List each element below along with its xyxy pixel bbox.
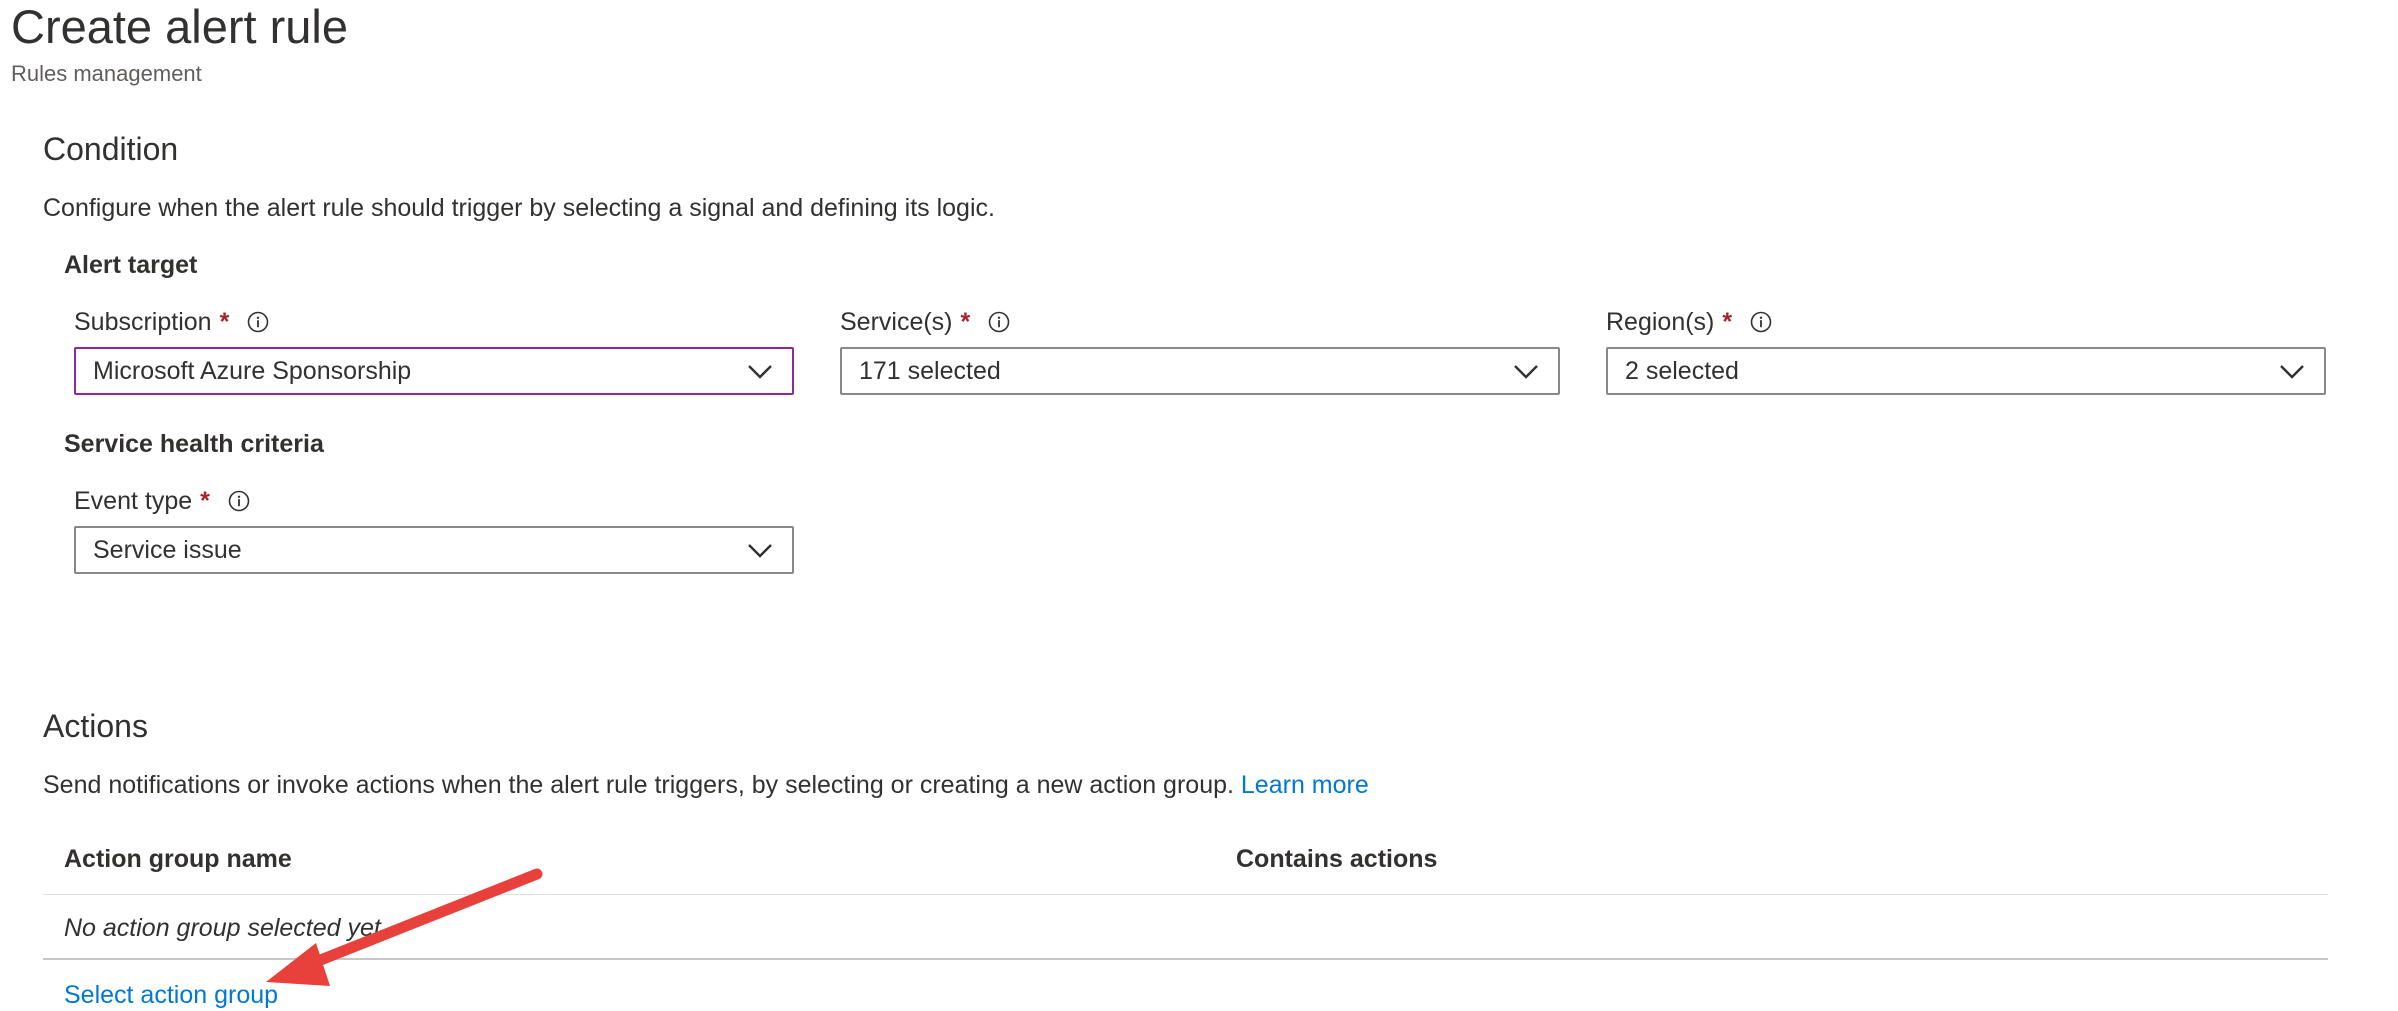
info-icon[interactable] — [988, 311, 1010, 333]
regions-dropdown[interactable]: 2 selected — [1606, 347, 2326, 395]
info-icon[interactable] — [228, 490, 250, 512]
services-label-text: Service(s) — [840, 308, 953, 336]
chevron-down-icon — [1512, 357, 1540, 385]
chevron-down-icon — [746, 536, 774, 564]
subscription-value: Microsoft Azure Sponsorship — [93, 356, 412, 385]
required-asterisk: * — [219, 308, 230, 336]
subscription-label: Subscription * — [74, 306, 269, 338]
event-type-value: Service issue — [93, 535, 242, 564]
column-contains-actions: Contains actions — [1236, 845, 1438, 873]
condition-description: Configure when the alert rule should tri… — [43, 194, 995, 222]
services-label: Service(s) * — [840, 306, 1010, 338]
table-header-divider — [43, 894, 2328, 895]
event-type-label: Event type * — [74, 485, 250, 517]
info-icon[interactable] — [247, 311, 269, 333]
condition-section-title: Condition — [43, 131, 179, 167]
required-asterisk: * — [200, 487, 210, 515]
subscription-dropdown[interactable]: Microsoft Azure Sponsorship — [74, 347, 794, 395]
actions-description-text: Send notifications or invoke actions whe… — [43, 771, 1234, 799]
services-dropdown[interactable]: 171 selected — [840, 347, 1560, 395]
required-asterisk: * — [1722, 308, 1733, 336]
table-footer-divider — [43, 958, 2328, 960]
annotation-arrow-icon — [266, 868, 543, 986]
event-type-dropdown[interactable]: Service issue — [74, 526, 794, 574]
subscription-label-text: Subscription — [74, 308, 212, 336]
table-empty-row: No action group selected yet — [64, 914, 381, 942]
alert-target-heading: Alert target — [64, 251, 198, 279]
info-icon[interactable] — [1750, 311, 1772, 333]
regions-label-text: Region(s) — [1606, 308, 1715, 336]
page-subtitle: Rules management — [11, 61, 202, 86]
column-action-group-name: Action group name — [64, 845, 292, 873]
page-title: Create alert rule — [11, 0, 348, 53]
chevron-down-icon — [746, 357, 774, 385]
event-type-label-text: Event type — [74, 487, 193, 515]
service-health-heading: Service health criteria — [64, 430, 324, 458]
services-value: 171 selected — [859, 356, 1001, 385]
select-action-group-link[interactable]: Select action group — [64, 979, 278, 1011]
chevron-down-icon — [2278, 357, 2306, 385]
actions-description: Send notifications or invoke actions whe… — [43, 769, 1369, 801]
regions-label: Region(s) * — [1606, 306, 1772, 338]
regions-value: 2 selected — [1625, 356, 1739, 385]
learn-more-link[interactable]: Learn more — [1241, 771, 1369, 799]
required-asterisk: * — [960, 308, 971, 336]
actions-section-title: Actions — [43, 708, 148, 744]
